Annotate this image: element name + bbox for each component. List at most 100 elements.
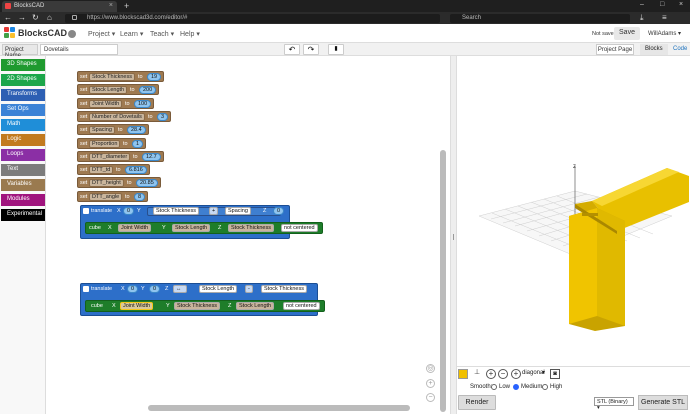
category-modules[interactable]: Modules — [1, 194, 45, 206]
home-icon[interactable]: ⌂ — [47, 13, 52, 22]
variable-name-dropdown[interactable]: Stock Thickness — [89, 73, 135, 81]
cube-centered-dropdown[interactable]: not centered — [283, 302, 320, 310]
variable-name-dropdown[interactable]: Stock Length — [89, 86, 128, 95]
set-var-block[interactable]: set Stock Length to 200 — [77, 84, 159, 96]
category-loops[interactable]: Loops — [1, 149, 45, 161]
smooth-low-radio[interactable] — [491, 384, 497, 390]
y-var-spacing[interactable]: Spacing — [225, 207, 251, 215]
set-var-block[interactable]: set DTT_angle to 8 — [77, 190, 148, 202]
undo-button[interactable]: ↶ — [284, 44, 300, 55]
camera-icon[interactable]: ◙ — [550, 369, 560, 379]
collapse-icon[interactable] — [83, 208, 89, 214]
variable-name-dropdown[interactable]: Spacing — [89, 126, 115, 135]
browser-tab[interactable]: BlocksCAD × — [2, 1, 117, 12]
tab-close-icon[interactable]: × — [109, 2, 113, 9]
category-2d-shapes[interactable]: 2D Shapes — [1, 74, 45, 86]
cube-block-1[interactable]: cube X Joint Width Y Stock Length Z Stoc… — [85, 222, 323, 234]
cube-z-stock-thickness[interactable]: Stock Thickness — [228, 224, 274, 232]
pane-resize-handle[interactable] — [450, 56, 457, 414]
variable-value[interactable]: 1 — [132, 139, 144, 148]
translate-x-value[interactable]: 0 — [127, 285, 139, 293]
downloads-icon[interactable]: ⤓ — [640, 13, 644, 23]
project-name-input[interactable]: Dovetails — [40, 44, 118, 55]
save-button[interactable]: Save — [614, 27, 640, 40]
variable-value[interactable]: 200 — [139, 86, 157, 95]
menu-learn[interactable]: Learn ▾ — [120, 30, 143, 38]
user-menu[interactable]: WillAdams ▾ — [648, 30, 681, 37]
z-op-block[interactable]: ↔ — [173, 285, 187, 293]
variable-value[interactable]: 3 — [157, 112, 169, 121]
translate-x-value[interactable]: 0 — [123, 207, 135, 215]
y-var-stock-thickness[interactable]: Stock Thickness — [153, 207, 199, 215]
variable-name-dropdown[interactable]: DTT_diameter — [89, 152, 131, 161]
z-var-stock-thickness[interactable]: Stock Thickness — [261, 285, 307, 293]
cube-y-stock-length[interactable]: Stock Length — [172, 224, 211, 232]
set-var-block[interactable]: set Stock Thickness to 19 — [77, 71, 164, 82]
variable-name-dropdown[interactable]: Proportion — [89, 139, 121, 148]
set-var-block[interactable]: set DTT_diameter to 12.7 — [77, 150, 164, 162]
back-icon[interactable]: ← — [4, 13, 12, 22]
reset-view-icon[interactable]: + — [511, 369, 521, 379]
cube-z-stock-length[interactable]: Stock Length — [236, 302, 275, 310]
3d-viewport[interactable]: z — [457, 56, 690, 366]
tab-code[interactable]: Code — [668, 44, 690, 55]
menu-project[interactable]: Project ▾ — [88, 30, 115, 38]
cube-block-2[interactable]: cube X Joint Width Y Stock Thickness Z S… — [85, 300, 325, 312]
y-operator[interactable]: + — [209, 207, 219, 215]
z-var-stock-length[interactable]: Stock Length — [199, 285, 238, 293]
render-button[interactable]: Render — [458, 395, 496, 410]
set-var-block[interactable]: set Number of Dovetails to 3 — [77, 110, 171, 122]
variable-name-dropdown[interactable]: DTT_td — [89, 166, 114, 175]
browser-menu-icon[interactable]: ≡ — [662, 13, 667, 22]
reload-icon[interactable]: ↻ — [32, 13, 39, 22]
project-page-button[interactable]: Project Page — [596, 44, 634, 55]
cube-y-stock-thickness[interactable]: Stock Thickness — [174, 302, 220, 310]
category-text[interactable]: Text — [1, 164, 45, 176]
variable-name-dropdown[interactable]: DTT_height — [89, 179, 124, 188]
blockscad-logo[interactable]: BlocksCAD — [4, 27, 67, 40]
recenter-icon[interactable]: ◎ — [426, 364, 435, 373]
smooth-medium-radio[interactable] — [513, 384, 519, 390]
model-color-swatch[interactable] — [458, 369, 468, 379]
category-3d-shapes[interactable]: 3D Shapes — [1, 59, 45, 71]
set-var-block[interactable]: set Proportion to 1 — [77, 137, 146, 149]
category-math[interactable]: Math — [1, 119, 45, 131]
view-mode-chevron-icon[interactable]: ▾ — [542, 369, 545, 376]
zoom-out-icon[interactable]: − — [426, 393, 435, 402]
variable-value[interactable]: 19 — [147, 73, 162, 81]
variable-name-dropdown[interactable]: Number of Dovetails — [89, 112, 145, 121]
variable-value[interactable]: 20.85 — [136, 179, 158, 188]
variable-value[interactable]: 28.4 — [127, 126, 146, 135]
category-logic[interactable]: Logic — [1, 134, 45, 146]
category-variables[interactable]: Variables — [1, 179, 45, 191]
cube-x-joint-width[interactable]: Joint Width — [118, 224, 152, 232]
zoom-out-circle-icon[interactable]: − — [498, 369, 508, 379]
address-bar[interactable]: https://www.blockscad3d.com/editor/# — [65, 14, 440, 23]
generate-stl-button[interactable]: Generate STL — [638, 395, 688, 410]
export-format-select[interactable]: STL (Binary) ▾ — [594, 397, 634, 411]
variable-name-dropdown[interactable]: Joint Width — [89, 99, 123, 108]
variable-value[interactable]: 8 — [134, 192, 146, 201]
browser-search-input[interactable]: Search — [450, 14, 630, 23]
set-var-block[interactable]: set Spacing to 28.4 — [77, 124, 149, 136]
redo-button[interactable]: ↷ — [303, 44, 319, 55]
z-operator[interactable]: - — [245, 285, 253, 293]
maximize-icon[interactable]: □ — [660, 1, 664, 8]
smooth-high-radio[interactable] — [542, 384, 548, 390]
variable-value[interactable]: 100 — [134, 99, 152, 108]
cube-centered-dropdown[interactable]: not centered — [281, 224, 318, 232]
forward-icon[interactable]: → — [18, 13, 26, 22]
menu-teach[interactable]: Teach ▾ — [150, 30, 174, 38]
collapse-icon[interactable] — [83, 286, 89, 292]
zoom-in-icon[interactable]: + — [426, 379, 435, 388]
set-var-block[interactable]: set Joint Width to 100 — [77, 97, 154, 109]
workspace-vertical-scrollbar[interactable] — [440, 150, 446, 412]
variable-value[interactable]: 6.816 — [125, 166, 147, 175]
tab-blocks[interactable]: Blocks — [640, 44, 668, 55]
close-window-icon[interactable]: × — [679, 1, 683, 8]
translate-z-value[interactable]: 0 — [273, 207, 285, 215]
translate-y-value[interactable]: 0 — [149, 285, 161, 293]
category-experimental[interactable]: Experimental — [1, 209, 45, 221]
variable-name-dropdown[interactable]: DTT_angle — [89, 192, 123, 201]
category-transforms[interactable]: Transforms — [1, 89, 45, 101]
